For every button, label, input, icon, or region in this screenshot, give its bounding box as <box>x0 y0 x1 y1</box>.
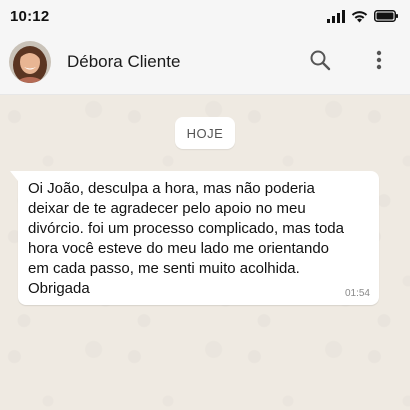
more-vert-icon <box>376 50 382 75</box>
battery-icon <box>374 10 398 22</box>
message-text: Oi João, desculpa a hora, mas não poderi… <box>28 180 344 297</box>
bubble-tail <box>10 171 18 181</box>
chat-screen: 10:12 Débora Cliente HOJE Oi João, descu… <box>0 0 410 410</box>
date-divider: HOJE <box>175 117 235 149</box>
search-button[interactable] <box>306 48 334 76</box>
chat-header: Débora Cliente <box>0 32 410 95</box>
signal-icon <box>327 9 345 23</box>
status-bar: 10:12 <box>0 0 410 32</box>
status-time: 10:12 <box>10 8 50 25</box>
incoming-message-bubble[interactable]: Oi João, desculpa a hora, mas não poderi… <box>10 171 379 305</box>
search-icon <box>309 49 331 76</box>
more-options-button[interactable] <box>366 48 392 76</box>
wifi-icon <box>351 10 368 23</box>
message-list[interactable]: HOJE Oi João, desculpa a hora, mas não p… <box>0 95 410 410</box>
contact-name[interactable]: Débora Cliente <box>67 52 180 72</box>
message-timestamp: 01:54 <box>344 288 370 299</box>
status-icons <box>327 9 398 23</box>
contact-avatar[interactable] <box>9 41 51 83</box>
